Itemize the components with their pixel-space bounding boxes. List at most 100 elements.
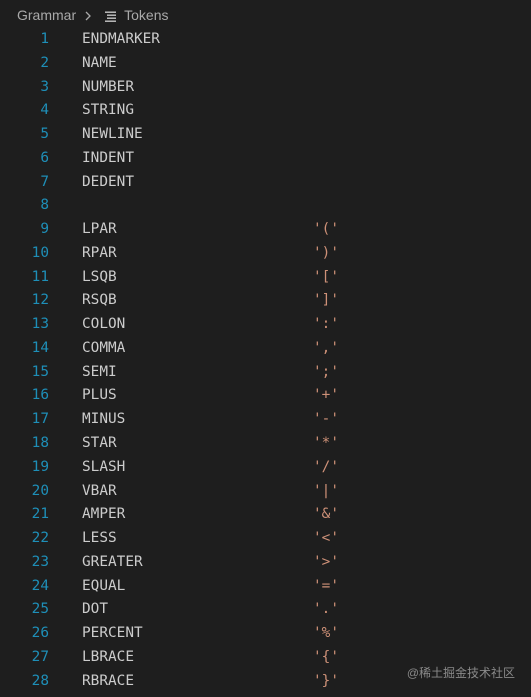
line-number: 28 <box>31 672 49 689</box>
token-string: '|' <box>313 482 339 499</box>
token-string: '(' <box>313 221 339 238</box>
token-name: SEMI <box>82 363 117 380</box>
breadcrumb-tokens[interactable]: Tokens <box>124 7 168 23</box>
token-string: '{' <box>313 648 339 665</box>
token-string: ':' <box>313 316 339 333</box>
token-name: LSQB <box>82 268 117 285</box>
line-number: 21 <box>31 506 49 523</box>
line-number: 12 <box>31 292 49 309</box>
code-line[interactable]: 22 LESS '<' <box>0 527 531 551</box>
code-line[interactable]: 18 STAR '*' <box>0 432 531 456</box>
token-name: MINUS <box>82 411 126 428</box>
code-line[interactable]: 5 NEWLINE <box>0 123 531 147</box>
code-line[interactable]: 25 DOT '.' <box>0 598 531 622</box>
token-name: RBRACE <box>82 672 134 689</box>
token-string: '*' <box>313 435 339 452</box>
line-number: 16 <box>31 387 49 404</box>
token-string: ')' <box>313 244 339 261</box>
code-line[interactable]: 14 COMMA ',' <box>0 337 531 361</box>
token-name: NAME <box>82 54 117 71</box>
token-name: DEDENT <box>82 173 134 190</box>
code-line[interactable]: 1 ENDMARKER <box>0 28 531 52</box>
line-number: 25 <box>31 601 49 618</box>
token-string: ',' <box>313 339 339 356</box>
line-number: 18 <box>31 435 49 452</box>
code-line[interactable]: 9 LPAR '(' <box>0 218 531 242</box>
code-line[interactable]: 19 SLASH '/' <box>0 456 531 480</box>
line-number: 4 <box>40 102 49 119</box>
token-name: PLUS <box>82 387 117 404</box>
code-line[interactable]: 13 COLON ':' <box>0 313 531 337</box>
line-number: 19 <box>31 458 49 475</box>
line-number: 3 <box>40 78 49 95</box>
code-line[interactable]: 26 PERCENT '%' <box>0 622 531 646</box>
code-line[interactable]: 23 GREATER '>' <box>0 551 531 575</box>
code-line[interactable]: 8 <box>0 194 531 218</box>
token-name: STRING <box>82 102 134 119</box>
line-number: 5 <box>40 126 49 143</box>
code-line[interactable]: 20 VBAR '|' <box>0 480 531 504</box>
code-line[interactable]: 7 DEDENT <box>0 171 531 195</box>
token-name: ENDMARKER <box>82 31 160 47</box>
token-name: INDENT <box>82 149 134 166</box>
token-name: GREATER <box>82 553 143 570</box>
line-number: 17 <box>31 411 49 428</box>
code-line[interactable]: 21 AMPER '&' <box>0 503 531 527</box>
token-string: '/' <box>313 458 339 475</box>
line-number: 14 <box>31 339 49 356</box>
token-name: DOT <box>82 601 108 618</box>
token-string: '=' <box>313 577 339 594</box>
token-name: COMMA <box>82 339 126 356</box>
token-name: SLASH <box>82 458 126 475</box>
token-string: ';' <box>313 363 339 380</box>
line-number: 1 <box>40 31 49 47</box>
code-editor[interactable]: 1 ENDMARKER 2 NAME 3 NUMBER 4 STRING 5 NEWLINE 6 IN… <box>0 28 531 693</box>
token-name: AMPER <box>82 506 126 523</box>
code-line[interactable]: 2 NAME <box>0 52 531 76</box>
token-string: '+' <box>313 387 339 404</box>
token-string: ']' <box>313 292 339 309</box>
code-line[interactable]: 10 RPAR ')' <box>0 242 531 266</box>
line-number: 9 <box>40 221 49 238</box>
token-name: LESS <box>82 530 117 547</box>
code-line[interactable]: 4 STRING <box>0 99 531 123</box>
code-line[interactable]: 3 NUMBER <box>0 76 531 100</box>
token-name: LPAR <box>82 221 117 238</box>
token-name: LBRACE <box>82 648 134 665</box>
token-string: '%' <box>313 625 339 642</box>
code-line[interactable]: 16 PLUS '+' <box>0 384 531 408</box>
code-line[interactable]: 12 RSQB ']' <box>0 289 531 313</box>
line-number: 10 <box>31 244 49 261</box>
line-number: 7 <box>40 173 49 190</box>
token-string: '&' <box>313 506 339 523</box>
token-string: '<' <box>313 530 339 547</box>
code-line[interactable]: 6 INDENT <box>0 147 531 171</box>
text-file-lines-icon <box>105 11 117 22</box>
code-line[interactable]: 17 MINUS '-' <box>0 408 531 432</box>
line-number: 2 <box>40 54 49 71</box>
line-number: 15 <box>31 363 49 380</box>
token-name: NUMBER <box>82 78 134 95</box>
line-number: 23 <box>31 553 49 570</box>
line-number: 6 <box>40 149 49 166</box>
breadcrumb-grammar[interactable]: Grammar <box>17 7 76 23</box>
watermark-text: @稀土掘金技术社区 <box>406 666 515 680</box>
token-string: '[' <box>313 268 339 285</box>
token-name: VBAR <box>82 482 117 499</box>
code-line[interactable]: 11 LSQB '[' <box>0 266 531 290</box>
token-name: COLON <box>82 316 126 333</box>
token-name: STAR <box>82 435 117 452</box>
code-line[interactable]: 24 EQUAL '=' <box>0 575 531 599</box>
line-number: 8 <box>40 197 49 214</box>
token-name: NEWLINE <box>82 126 143 143</box>
token-name: PERCENT <box>82 625 143 642</box>
token-string: '>' <box>313 553 339 570</box>
token-string: '-' <box>313 411 339 428</box>
code-line[interactable]: 15 SEMI ';' <box>0 361 531 385</box>
token-string: '}' <box>313 672 339 689</box>
line-number: 24 <box>31 577 49 594</box>
line-number: 22 <box>31 530 49 547</box>
token-name: RSQB <box>82 292 117 309</box>
line-number: 26 <box>31 625 49 642</box>
chevron-right-icon <box>85 11 92 21</box>
